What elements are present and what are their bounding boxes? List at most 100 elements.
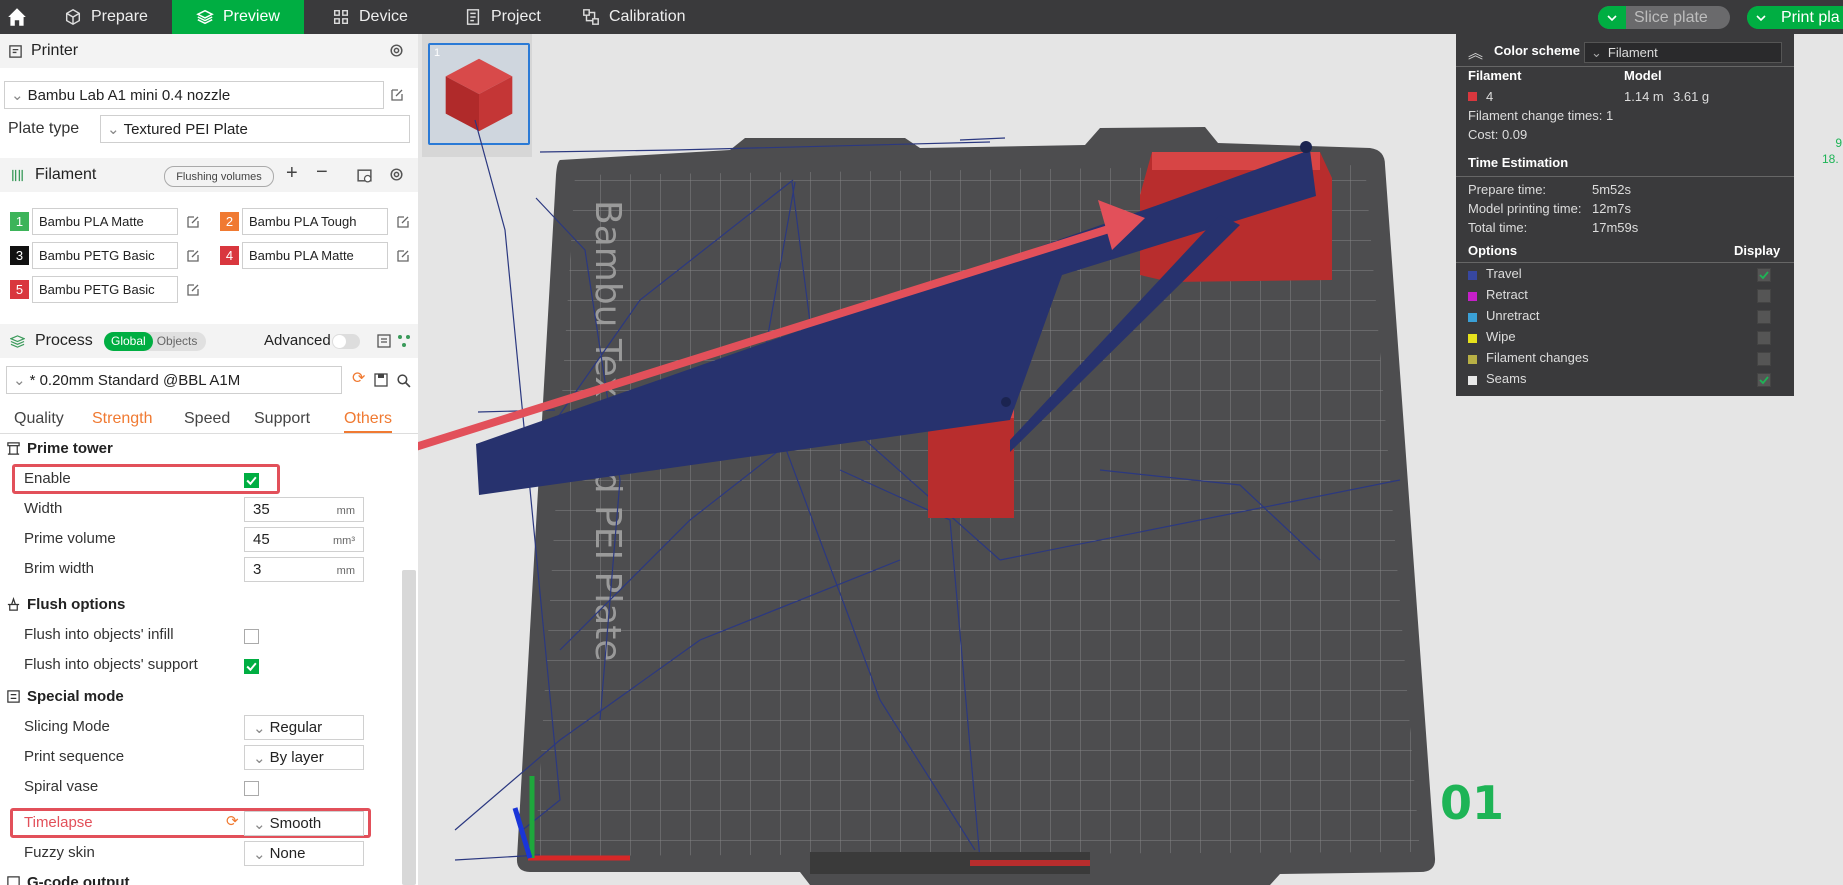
plate-type-label: Plate type — [8, 120, 80, 137]
print-sequence-select[interactable]: ⌄ By layer — [244, 745, 364, 770]
tab-others[interactable]: Others — [344, 410, 393, 433]
option-label: Unretract — [1486, 308, 1540, 323]
tab-quality[interactable]: Quality — [14, 410, 64, 428]
print-plate-button[interactable]: Print pla — [1747, 6, 1843, 29]
reset-icon[interactable]: ⟳ — [352, 368, 365, 388]
edit-icon[interactable] — [186, 215, 200, 229]
objects-toggle[interactable]: Objects — [153, 332, 198, 351]
compare-icon[interactable] — [376, 333, 392, 349]
timelapse-label: Timelapse — [24, 814, 93, 831]
advanced-toggle[interactable] — [332, 334, 360, 349]
option-display-toggle[interactable] — [1757, 331, 1771, 345]
option-display-toggle[interactable] — [1757, 310, 1771, 324]
tab-prepare[interactable]: Prepare — [64, 0, 148, 34]
prime-volume-input[interactable]: 45 mm³ — [244, 527, 364, 552]
layers-icon — [196, 9, 214, 25]
brim-width-value: 3 — [253, 561, 262, 578]
edit-icon[interactable] — [396, 249, 410, 263]
slicing-mode-select[interactable]: ⌄ Regular — [244, 715, 364, 740]
col-model: Model — [1624, 68, 1662, 83]
flushing-volumes-button[interactable]: Flushing volumes — [164, 166, 274, 187]
option-color-swatch — [1468, 313, 1477, 322]
filament-select[interactable]: Bambu PETG Basic — [32, 242, 178, 269]
search-icon[interactable] — [396, 373, 411, 388]
global-toggle[interactable]: Global — [104, 332, 153, 351]
enable-checkbox[interactable] — [244, 473, 259, 488]
edit-icon[interactable] — [390, 88, 404, 102]
color-scheme-select[interactable]: ⌄ Filament — [1584, 42, 1782, 63]
tab-calibration[interactable]: Calibration — [582, 0, 685, 34]
brim-width-input[interactable]: 3 mm — [244, 557, 364, 582]
edit-icon[interactable] — [396, 215, 410, 229]
prime-volume-label: Prime volume — [24, 530, 116, 547]
filament-color-swatch[interactable]: 3 — [10, 246, 29, 265]
tab-preview-label: Preview — [223, 8, 280, 25]
filament-color-swatch[interactable]: 1 — [10, 212, 29, 231]
remove-filament-button[interactable]: − — [316, 161, 328, 184]
brim-width-unit: mm — [336, 565, 355, 577]
edit-icon[interactable] — [186, 249, 200, 263]
gear-icon[interactable] — [388, 42, 405, 59]
edit-icon[interactable] — [186, 283, 200, 297]
filament-length: 1.14 m — [1624, 89, 1664, 104]
process-section-label: Process — [35, 332, 93, 349]
filament-color-swatch[interactable]: 4 — [220, 246, 239, 265]
tab-strength[interactable]: Strength — [92, 410, 152, 428]
prime-tower-icon — [7, 442, 20, 455]
option-display-toggle[interactable] — [1757, 352, 1771, 366]
filament-select[interactable]: Bambu PLA Matte — [242, 242, 388, 269]
option-display-toggle[interactable] — [1757, 373, 1771, 387]
sync-ams-icon[interactable] — [356, 167, 373, 184]
device-icon — [333, 9, 349, 25]
tab-device[interactable]: Device — [332, 0, 408, 34]
filament-select[interactable]: Bambu PLA Matte — [32, 208, 178, 235]
filament-color-swatch[interactable]: 5 — [10, 280, 29, 299]
width-unit: mm — [336, 505, 355, 517]
global-objects-switch[interactable]: Global Objects — [104, 332, 206, 351]
slice-plate-button[interactable]: Slice plate — [1598, 6, 1730, 29]
process-preset-select[interactable]: ⌄ * 0.20mm Standard @BBL A1M — [6, 366, 342, 394]
plate-type-value: Textured PEI Plate — [123, 120, 248, 138]
spiral-vase-label: Spiral vase — [24, 778, 99, 795]
flush-infill-checkbox[interactable] — [244, 629, 259, 644]
flush-options-header: Flush options — [6, 596, 125, 613]
reset-icon[interactable]: ⟳ — [226, 812, 239, 830]
time-estimation-title: Time Estimation — [1468, 155, 1569, 170]
tab-support[interactable]: Support — [254, 410, 310, 428]
option-display-toggle[interactable] — [1757, 289, 1771, 303]
filament-select[interactable]: Bambu PETG Basic — [32, 276, 178, 303]
width-input[interactable]: 35 mm — [244, 497, 364, 522]
left-settings-panel: Printer ⌄ Bambu Lab A1 mini 0.4 nozzle P… — [0, 34, 418, 885]
enable-label: Enable — [24, 470, 71, 487]
advanced-label: Advanced — [264, 332, 331, 349]
fuzzy-skin-select[interactable]: ⌄ None — [244, 841, 364, 866]
option-label: Seams — [1486, 371, 1527, 386]
flush-icon — [7, 597, 20, 611]
save-icon[interactable] — [374, 373, 388, 387]
divider — [1456, 176, 1794, 177]
home-button[interactable] — [6, 0, 36, 34]
prime-tower-title: Prime tower — [27, 440, 113, 457]
printer-select[interactable]: ⌄ Bambu Lab A1 mini 0.4 nozzle — [4, 81, 384, 109]
network-icon[interactable] — [396, 333, 412, 349]
filament-color-swatch[interactable]: 2 — [220, 212, 239, 231]
flush-support-checkbox[interactable] — [244, 659, 259, 674]
timelapse-select[interactable]: ⌄ Smooth — [244, 811, 364, 836]
spiral-vase-checkbox[interactable] — [244, 781, 259, 796]
gcode-output-title: G-code output — [27, 874, 130, 885]
prepare-time-value: 5m52s — [1592, 182, 1632, 197]
prime-volume-unit: mm³ — [333, 535, 355, 547]
gear-icon[interactable] — [388, 166, 405, 183]
add-filament-button[interactable]: + — [286, 162, 298, 185]
collapse-icon[interactable]: ︽ — [1468, 42, 1483, 63]
brim-width-label: Brim width — [24, 560, 95, 577]
filament-swatch — [1468, 92, 1477, 101]
tab-preview[interactable]: Preview — [172, 0, 304, 34]
tab-project[interactable]: Project — [464, 0, 541, 34]
filament-select[interactable]: Bambu PLA Tough — [242, 208, 388, 235]
settings-scrollbar[interactable] — [402, 570, 416, 885]
plate-type-select[interactable]: ⌄ Textured PEI Plate — [100, 115, 410, 143]
print-sequence-value: By layer — [269, 749, 324, 766]
tab-speed[interactable]: Speed — [184, 410, 230, 428]
option-display-toggle[interactable] — [1757, 268, 1771, 282]
